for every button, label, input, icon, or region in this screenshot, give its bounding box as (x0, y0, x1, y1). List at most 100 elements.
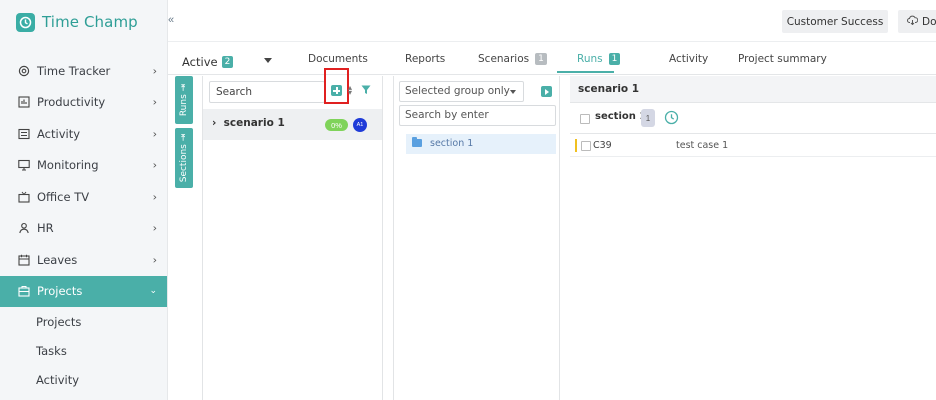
sidebar-item-monitoring[interactable]: Monitoring › (0, 150, 167, 182)
sidebar-item-label: Office TV (37, 189, 90, 204)
brand-logo-icon (16, 12, 35, 32)
sidebar-item-label: Monitoring (37, 158, 99, 173)
runs-side-tab[interactable]: Runs ⇥ (175, 76, 193, 124)
sidebar-item-label: Projects (37, 284, 83, 299)
sidebar-item-label: Activity (37, 126, 81, 141)
collapse-sidebar-icon[interactable]: « (168, 14, 174, 26)
sidebar-subitem-tasks[interactable]: Tasks (0, 336, 167, 365)
activity-icon (18, 128, 30, 140)
scenario-row[interactable]: › scenario 1 0% A1 (203, 109, 382, 140)
sidebar-item-label: Time Tracker (37, 63, 111, 78)
sidebar-subitem-projects[interactable]: Projects (0, 307, 167, 336)
chevron-right-icon: › (152, 95, 157, 109)
sidebar-item-office-tv[interactable]: Office TV › (0, 181, 167, 213)
group-select-value: Selected group only (405, 85, 510, 97)
runs-detail-title: scenario 1 (578, 83, 640, 95)
tab-label: Documents (308, 53, 368, 65)
group-select[interactable]: Selected group only (399, 81, 524, 102)
section-count-badge: 1 (641, 109, 655, 127)
runs-side-tab-label: Runs ⇥ (179, 83, 189, 117)
cloud-download-icon (907, 15, 919, 28)
section-search-input[interactable]: Search by enter (399, 105, 556, 126)
sidebar-item-label: HR (37, 221, 54, 236)
add-scenario-button[interactable] (331, 85, 342, 96)
sidebar-item-leaves[interactable]: Leaves › (0, 244, 167, 276)
test-case-id: C39 (593, 140, 612, 151)
section-checkbox[interactable] (580, 114, 590, 124)
folder-icon (412, 137, 422, 147)
download-label: Do (922, 15, 936, 28)
tab-scenarios[interactable]: Scenarios 1 (478, 53, 547, 65)
sidebar-nav: Time Tracker › Productivity › Activity ›… (0, 55, 167, 394)
section-label: section 1 (430, 138, 474, 149)
test-case-row[interactable]: C39 test case 1 (570, 135, 936, 157)
download-button[interactable]: Do (898, 10, 936, 33)
status-filter-dropdown[interactable]: Active 2 (182, 55, 234, 69)
tab-documents[interactable]: Documents (308, 53, 368, 65)
calendar-icon (18, 254, 30, 266)
chevron-right-icon: › (152, 158, 157, 172)
runs-count-badge: 1 (608, 53, 621, 65)
progress-badge: 0% (325, 119, 348, 131)
section-header-row: section 1 1 (570, 104, 936, 134)
tv-icon (18, 191, 30, 203)
clock-icon (18, 65, 30, 77)
sidebar-item-label: Productivity (37, 95, 106, 110)
status-count-badge: 2 (221, 56, 234, 68)
tab-label: Runs (577, 53, 603, 65)
tab-label: Project summary (738, 53, 827, 65)
test-case-checkbox[interactable] (581, 141, 591, 151)
sidebar-item-hr[interactable]: HR › (0, 213, 167, 245)
scenarios-panel: Search ▴ ▾ › scenario 1 0% A1 (202, 68, 383, 400)
tab-label: Reports (405, 53, 446, 65)
section-item[interactable]: section 1 (406, 134, 556, 154)
sidebar-subitem-activity[interactable]: Activity (0, 365, 167, 394)
filter-icon[interactable] (361, 85, 371, 98)
top-bar: « Customer Success Do (168, 0, 936, 42)
sidebar-item-productivity[interactable]: Productivity › (0, 87, 167, 119)
brand[interactable]: Time Champ (16, 11, 138, 33)
chevron-right-icon: › (152, 64, 157, 78)
chevron-down-icon: ⌄ (149, 286, 157, 297)
brand-name: Time Champ (42, 13, 138, 31)
tab-reports[interactable]: Reports (405, 53, 445, 65)
sidebar-item-label: Leaves (37, 252, 78, 267)
status-filter-label: Active (182, 55, 218, 69)
chevron-right-icon: › (152, 127, 157, 141)
project-tabs: Active 2 Documents Reports Scenarios 1 Ru… (168, 43, 936, 75)
scenario-search-input[interactable]: Search (209, 81, 325, 103)
sidebar-item-projects[interactable]: Projects ⌄ (0, 275, 167, 307)
chevron-down-icon (510, 90, 516, 94)
sidebar-item-activity[interactable]: Activity › (0, 118, 167, 150)
runs-detail-panel: scenario 1 section 1 1 C39 test case 1 (570, 76, 936, 400)
chevron-right-icon: › (152, 253, 157, 267)
bar-chart-icon (18, 96, 30, 108)
clock-icon[interactable] (664, 110, 679, 128)
tab-runs[interactable]: Runs 1 (577, 53, 621, 65)
sidebar-item-time-tracker[interactable]: Time Tracker › (0, 55, 167, 87)
avatar: A1 (353, 118, 367, 132)
scenario-name-text: scenario 1 (223, 117, 285, 129)
active-tab-indicator (557, 71, 614, 73)
scenarios-count-badge: 1 (535, 53, 547, 65)
sections-panel: Selected group only Search by enter sect… (393, 76, 560, 400)
tab-activity[interactable]: Activity (669, 53, 708, 65)
monitor-icon (18, 159, 30, 171)
sidebar: Time Champ Time Tracker › Productivity ›… (0, 0, 168, 400)
chevron-right-icon: › (152, 190, 157, 204)
status-marker (575, 139, 577, 152)
scenario-name: › scenario 1 (212, 117, 285, 129)
runs-detail-header: scenario 1 (570, 76, 936, 103)
test-case-name: test case 1 (676, 140, 729, 151)
sections-side-tab[interactable]: Sections ⇥ (175, 128, 193, 188)
person-icon (18, 222, 30, 234)
caret-down-icon[interactable] (264, 58, 272, 63)
tab-label: Scenarios (478, 53, 530, 65)
sort-icon[interactable]: ▴ ▾ (348, 84, 354, 97)
briefcase-icon (18, 285, 30, 297)
customer-success-button[interactable]: Customer Success (782, 10, 888, 33)
play-button[interactable] (541, 86, 552, 97)
sections-side-tab-label: Sections ⇥ (179, 133, 189, 183)
tab-project-summary[interactable]: Project summary (738, 53, 827, 65)
section-title: section 1 (595, 111, 647, 122)
